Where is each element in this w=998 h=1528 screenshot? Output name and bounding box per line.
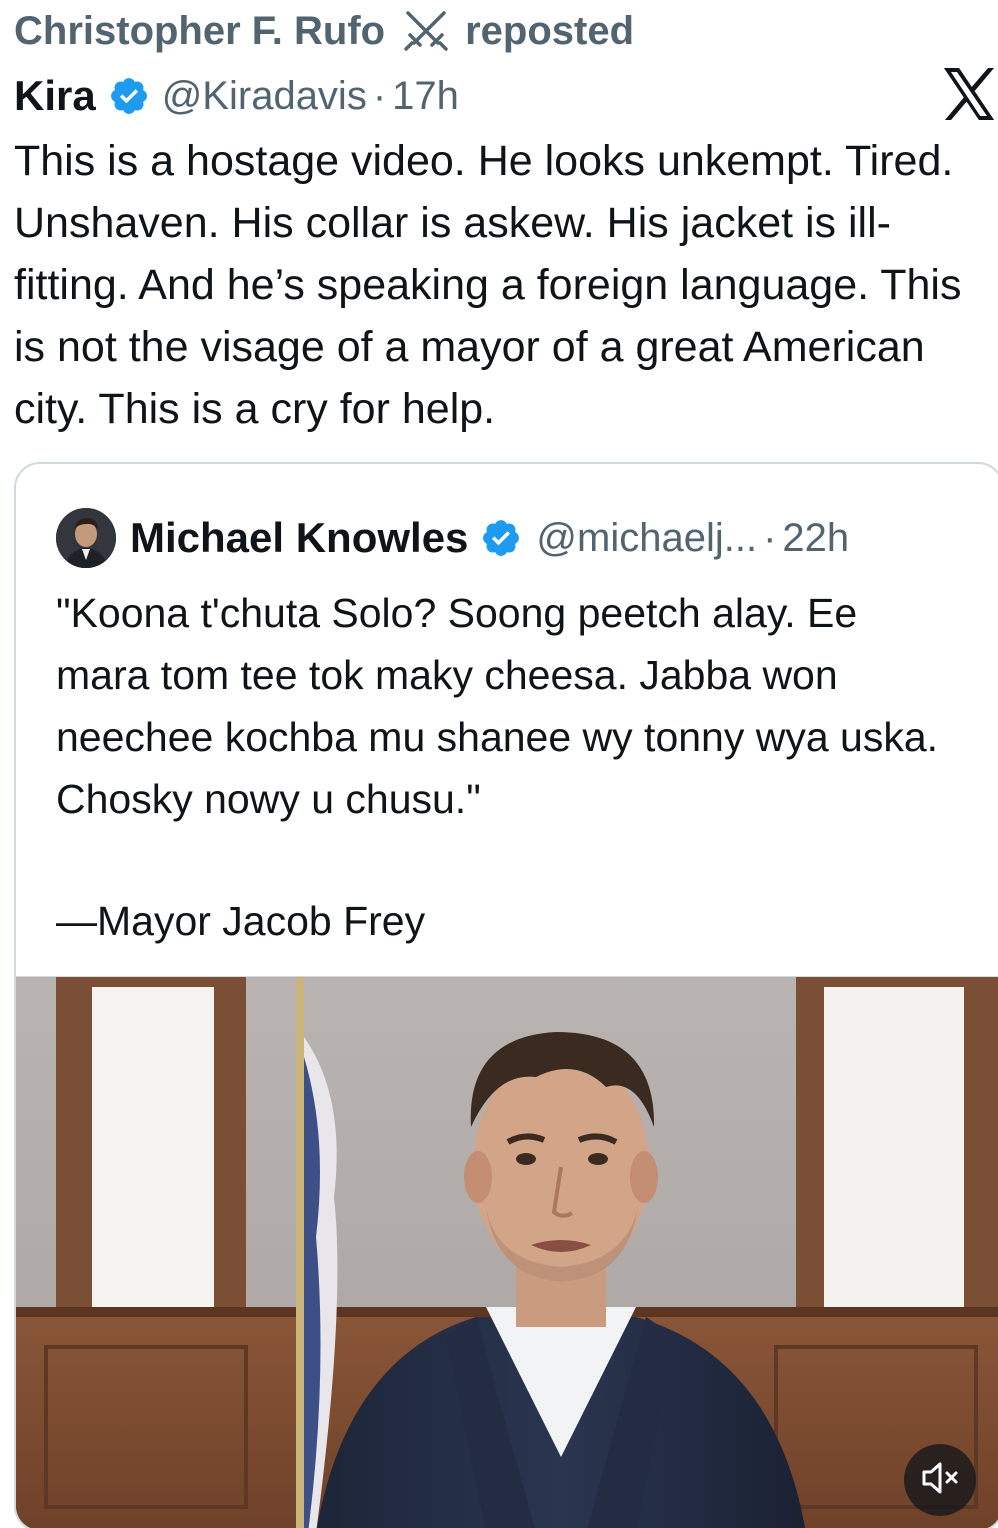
video-frame xyxy=(16,977,998,1528)
crossed-swords-icon xyxy=(397,9,455,53)
speaker-muted-icon xyxy=(920,1460,960,1501)
video-player[interactable] xyxy=(16,976,998,1528)
avatar[interactable] xyxy=(56,508,116,568)
quoted-tweet-card[interactable]: Michael Knowles @michaelj... · 22h "Koon… xyxy=(14,462,998,1528)
repost-indicator[interactable]: Christopher F. Rufo reposted xyxy=(14,6,634,56)
tweet-timestamp[interactable]: 17h xyxy=(392,74,459,119)
separator-dot: · xyxy=(763,515,777,560)
quoted-tweet-timestamp[interactable]: 22h xyxy=(782,516,849,561)
mute-button[interactable] xyxy=(904,1444,976,1516)
separator-dot: · xyxy=(372,73,387,118)
verified-badge-icon[interactable] xyxy=(108,75,150,117)
verified-badge-icon[interactable] xyxy=(480,517,522,559)
tweet-header: Kira @Kiradavis · 17h xyxy=(14,70,459,122)
reposter-name[interactable]: Christopher F. Rufo xyxy=(14,9,385,54)
quoted-tweet-text: "Koona t'chuta Solo? Soong peetch alay. … xyxy=(56,590,939,822)
tweet-text: This is a hostage video. He looks unkemp… xyxy=(14,137,962,433)
x-logo-icon xyxy=(942,66,996,122)
repost-label: reposted xyxy=(465,8,635,53)
author-handle[interactable]: @Kiradavis xyxy=(162,74,367,119)
quoted-tweet-header: Michael Knowles @michaelj... · 22h xyxy=(56,508,849,568)
author-name[interactable]: Kira xyxy=(14,72,96,120)
quoted-author-name[interactable]: Michael Knowles xyxy=(130,514,468,562)
quoted-author-handle[interactable]: @michaelj... xyxy=(536,516,757,561)
quoted-tweet-signature: —Mayor Jacob Frey xyxy=(56,898,426,944)
